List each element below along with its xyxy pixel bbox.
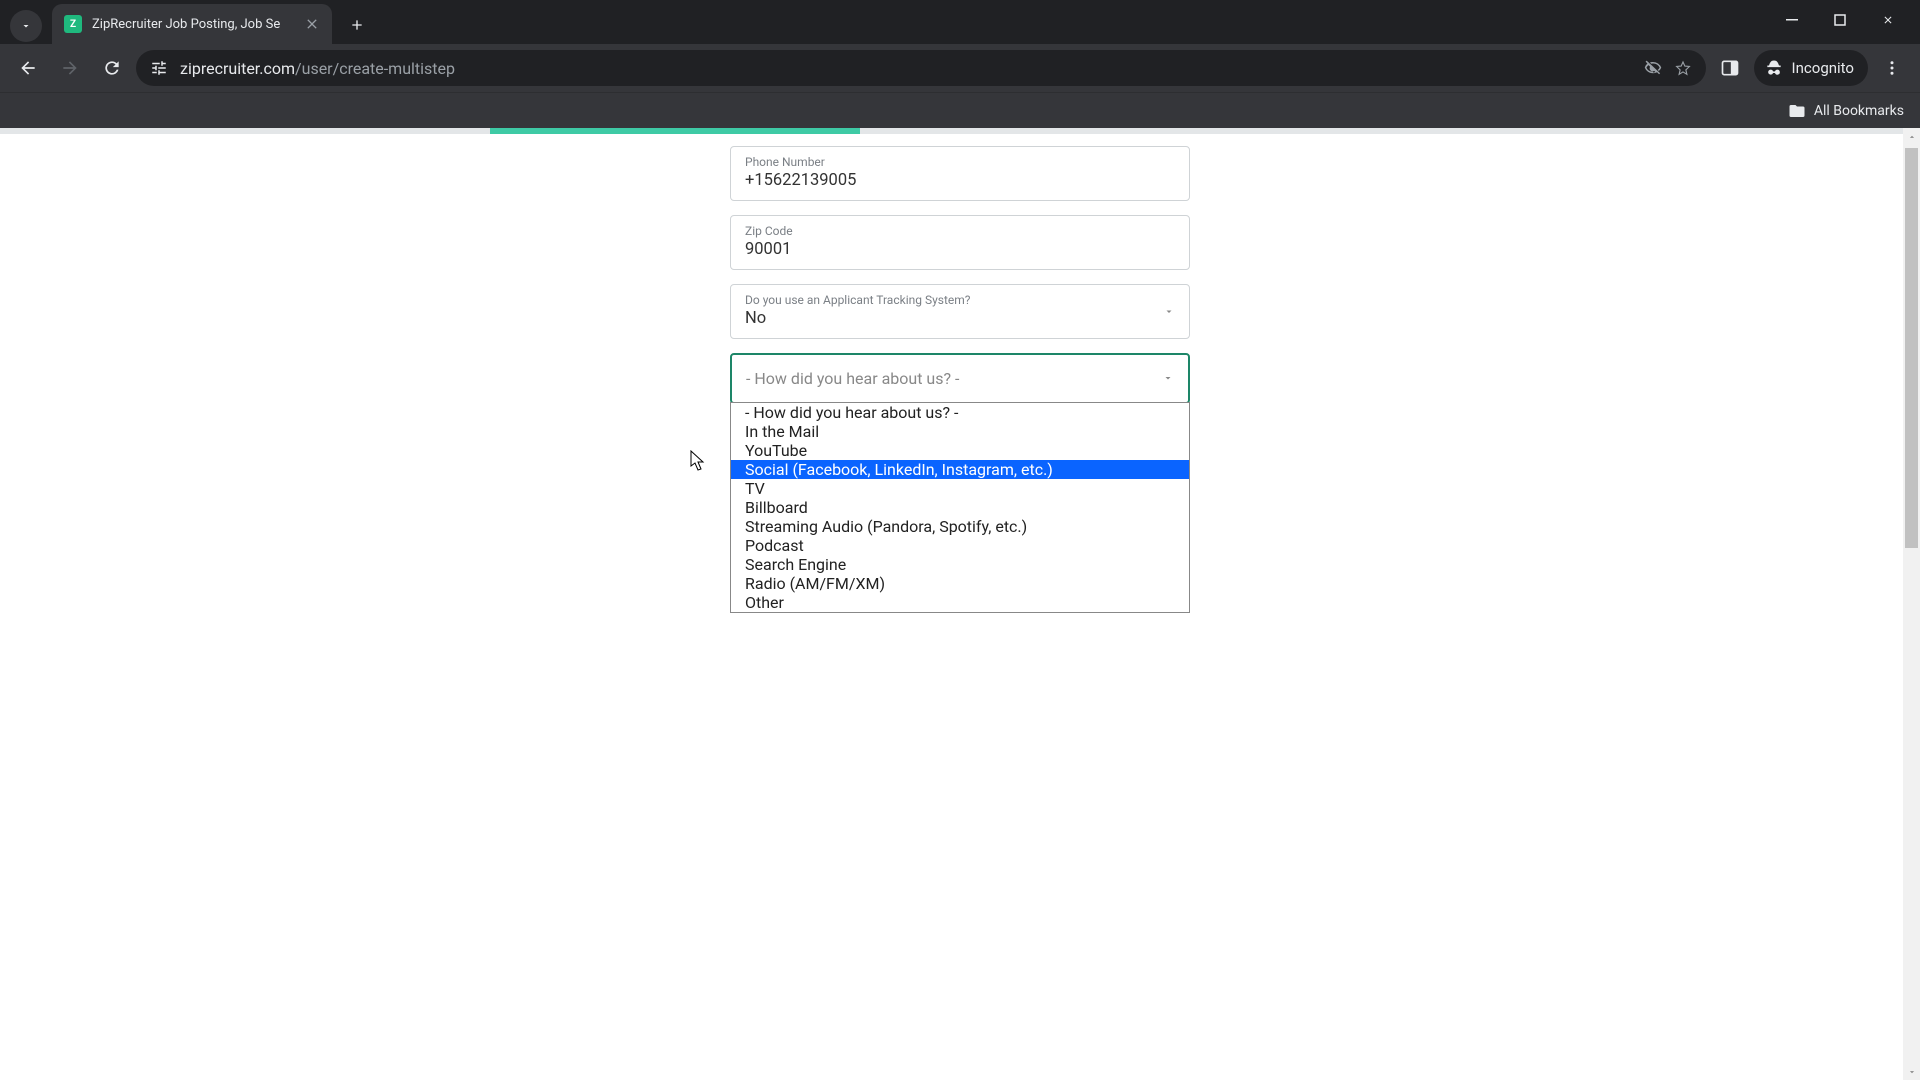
scrollbar-thumb[interactable] [1905,148,1918,548]
address-bar[interactable]: ziprecruiter.com/user/create-multistep [136,50,1706,86]
chrome-menu-button[interactable] [1874,50,1910,86]
scroll-down-button[interactable] [1903,1063,1920,1080]
incognito-badge[interactable]: Incognito [1754,50,1868,86]
nav-bar: ziprecruiter.com/user/create-multistep I… [0,44,1920,92]
form-area: Phone Number +15622139005 Zip Code 90001… [730,134,1190,404]
star-icon [1674,58,1692,78]
folder-icon [1788,102,1806,120]
bookmarks-bar: All Bookmarks [0,92,1920,128]
forward-button[interactable] [52,50,88,86]
source-select[interactable]: - How did you hear about us? - - How did… [730,353,1190,404]
window-controls [1768,0,1912,40]
phone-field[interactable]: Phone Number +15622139005 [730,146,1190,201]
ats-caret [1163,302,1175,321]
all-bookmarks-button[interactable]: All Bookmarks [1788,102,1904,120]
tab-bar: Z ZipRecruiter Job Posting, Job Se [0,0,1920,44]
zip-field[interactable]: Zip Code 90001 [730,215,1190,270]
triangle-up-icon [1907,132,1917,142]
close-icon [304,16,320,32]
ats-select[interactable]: Do you use an Applicant Tracking System?… [730,284,1190,339]
reload-icon [102,58,122,78]
source-option[interactable]: Streaming Audio (Pandora, Spotify, etc.) [731,517,1189,536]
back-button[interactable] [10,50,46,86]
tune-icon [150,59,168,77]
chevron-down-icon [20,20,32,32]
zip-value: 90001 [745,240,1175,259]
mouse-cursor [690,450,708,476]
source-option[interactable]: Search Engine [731,555,1189,574]
side-panel-button[interactable] [1712,50,1748,86]
bookmark-button[interactable] [1674,59,1692,77]
source-option[interactable]: Radio (AM/FM/XM) [731,574,1189,593]
progress-bar [0,128,1920,134]
ats-label: Do you use an Applicant Tracking System? [745,293,1175,307]
maximize-icon [1834,14,1846,26]
eye-off-button[interactable] [1644,59,1662,77]
caret-down-icon [1162,372,1174,384]
phone-value: +15622139005 [745,171,1175,190]
dots-vertical-icon [1883,59,1901,77]
tab-close-button[interactable] [304,16,320,32]
source-option[interactable]: Social (Facebook, LinkedIn, Instagram, e… [731,460,1189,479]
tab-search-button[interactable] [10,10,42,42]
source-caret [1162,369,1174,388]
page-content: Phone Number +15622139005 Zip Code 90001… [0,128,1920,1080]
tab-title: ZipRecruiter Job Posting, Job Se [92,17,298,32]
phone-label: Phone Number [745,155,1175,169]
source-dropdown-list: - How did you hear about us? -In the Mai… [730,402,1190,613]
close-icon [1882,14,1894,26]
source-option[interactable]: YouTube [731,441,1189,460]
reload-button[interactable] [94,50,130,86]
source-option[interactable]: In the Mail [731,422,1189,441]
close-window-button[interactable] [1864,0,1912,40]
scroll-up-button[interactable] [1903,128,1920,145]
browser-tab[interactable]: Z ZipRecruiter Job Posting, Job Se [52,4,332,44]
incognito-label: Incognito [1792,59,1854,77]
caret-down-icon [1163,305,1175,317]
maximize-button[interactable] [1816,0,1864,40]
source-option[interactable]: TV [731,479,1189,498]
progress-fill [490,128,860,134]
arrow-right-icon [60,58,80,78]
minimize-icon [1786,14,1798,26]
url-text: ziprecruiter.com/user/create-multistep [180,59,1632,78]
site-favicon: Z [64,15,82,33]
triangle-down-icon [1907,1067,1917,1077]
new-tab-button[interactable] [342,10,372,40]
ats-value: No [745,309,1175,328]
site-info-button[interactable] [150,59,168,77]
arrow-left-icon [18,58,38,78]
all-bookmarks-label: All Bookmarks [1814,103,1904,119]
cursor-icon [690,450,708,472]
source-placeholder: - How did you hear about us? - [746,369,959,388]
source-option[interactable]: - How did you hear about us? - [731,403,1189,422]
panel-icon [1720,58,1740,78]
browser-chrome: Z ZipRecruiter Job Posting, Job Se [0,0,1920,128]
minimize-button[interactable] [1768,0,1816,40]
source-option[interactable]: Other [731,593,1189,612]
zip-label: Zip Code [745,224,1175,238]
source-option[interactable]: Billboard [731,498,1189,517]
incognito-icon [1764,58,1784,78]
vertical-scrollbar[interactable] [1903,128,1920,1080]
source-select-display[interactable]: - How did you hear about us? - [732,355,1188,402]
source-option[interactable]: Podcast [731,536,1189,555]
plus-icon [349,17,365,33]
eye-off-icon [1644,58,1662,78]
